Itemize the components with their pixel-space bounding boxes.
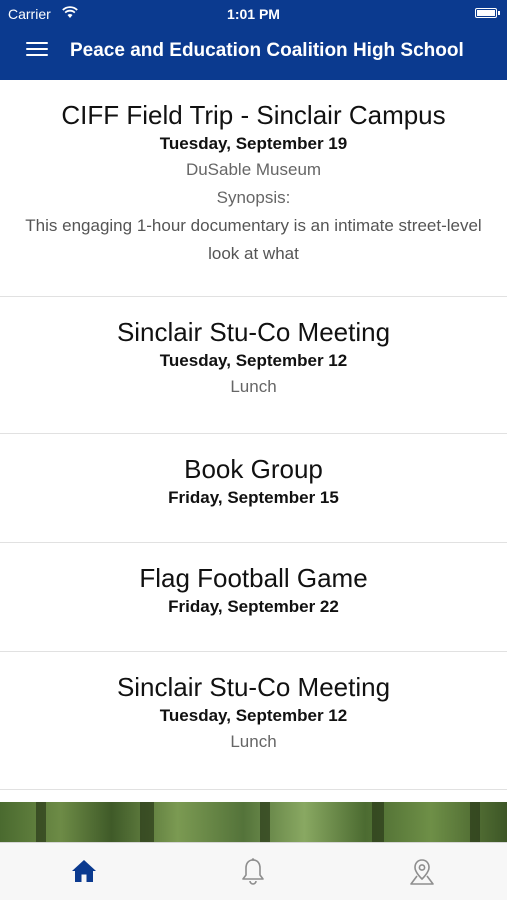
- event-date: Tuesday, September 12: [159, 706, 348, 725]
- tab-map[interactable]: [338, 843, 507, 901]
- map-pin-icon: [410, 859, 434, 885]
- banner-photo: [0, 802, 507, 842]
- event-date: Friday, September 15: [168, 488, 339, 507]
- event-item[interactable]: Book Group Friday, September 15: [0, 434, 507, 543]
- event-item[interactable]: Flag Football Game Friday, September 22: [0, 543, 507, 652]
- event-date: Tuesday, September 19: [159, 134, 348, 153]
- event-location: Lunch: [230, 732, 277, 751]
- event-item[interactable]: CIFF Field Trip - Sinclair Campus Tuesda…: [0, 80, 507, 297]
- event-synopsis-label: Synopsis:: [216, 188, 291, 207]
- event-title: Flag Football Game: [139, 563, 368, 593]
- tab-home[interactable]: [0, 843, 169, 901]
- event-title: Sinclair Stu-Co Meeting: [116, 672, 391, 702]
- app-header: Carrier 1:01 PM Peace and Education Coal…: [0, 0, 507, 80]
- event-location: DuSable Museum: [185, 160, 322, 179]
- home-icon: [72, 860, 96, 882]
- app-title: Peace and Education Coalition High Schoo…: [70, 40, 464, 61]
- tab-notifications[interactable]: [169, 843, 338, 901]
- event-title: CIFF Field Trip - Sinclair Campus: [61, 100, 446, 130]
- event-list: CIFF Field Trip - Sinclair Campus Tuesda…: [0, 80, 507, 790]
- tab-bar: [0, 842, 507, 900]
- event-date: Friday, September 22: [168, 597, 339, 616]
- event-description: This engaging 1-hour documentary is an i…: [25, 216, 482, 263]
- event-title: Book Group: [184, 454, 323, 484]
- status-bar: Carrier 1:01 PM: [0, 0, 507, 28]
- battery-icon: [475, 8, 500, 18]
- bell-icon: [242, 858, 264, 885]
- event-title: Sinclair Stu-Co Meeting: [116, 317, 391, 347]
- event-date: Tuesday, September 12: [159, 351, 348, 370]
- status-time: 1:01 PM: [227, 6, 280, 22]
- event-item[interactable]: Sinclair Stu-Co Meeting Tuesday, Septemb…: [0, 652, 507, 790]
- nav-row: Peace and Education Coalition High Schoo…: [0, 28, 507, 80]
- event-location: Lunch: [230, 377, 277, 396]
- menu-icon[interactable]: [26, 40, 48, 58]
- event-item[interactable]: Sinclair Stu-Co Meeting Tuesday, Septemb…: [0, 297, 507, 434]
